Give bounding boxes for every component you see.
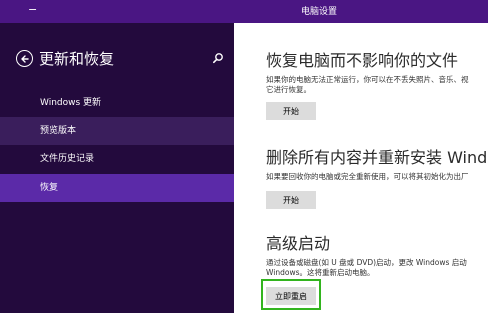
back-arrow-icon[interactable] [16, 50, 33, 67]
main-content: 恢复电脑而不影响你的文件 如果你的电脑无法正常运行，你可以在不丢失照片、音乐、视… [234, 23, 488, 313]
sidebar: 更新和恢复 Windows 更新 预览版本 文件历史记录 恢复 [0, 23, 234, 313]
sidebar-item-label: 恢复 [40, 183, 59, 193]
title-bar: − 电脑设置 [0, 0, 488, 23]
search-icon[interactable] [212, 52, 224, 64]
highlight-frame: 立即重启 [261, 279, 321, 310]
sidebar-item-label: 预览版本 [40, 126, 77, 136]
section-heading: 高级启动 [266, 234, 331, 253]
section-description: 如果要回收你的电脑或完全重新使用，可以将其初始化为出厂 [266, 172, 469, 181]
restart-now-button[interactable]: 立即重启 [266, 287, 316, 305]
sidebar-item-label: 文件历史记录 [40, 154, 95, 164]
section-description: 通过设备或磁盘(如 U 盘或 DVD)启动，更改 Windows 启动 Wind… [266, 258, 467, 277]
section-heading: 恢复电脑而不影响你的文件 [266, 51, 459, 70]
sidebar-item-preview-builds[interactable]: 预览版本 [0, 117, 234, 145]
reset-section: 删除所有内容并重新安装 Windows 如果要回收你的电脑或完全重新使用，可以将… [266, 148, 488, 209]
section-description: 如果你的电脑无法正常运行，你可以在不丢失照片、音乐、视 它进行恢复。 [266, 75, 469, 94]
reset-start-button[interactable]: 开始 [266, 191, 316, 209]
advanced-startup-section: 高级启动 通过设备或磁盘(如 U 盘或 DVD)启动，更改 Windows 启动… [261, 234, 488, 310]
sidebar-item-file-history[interactable]: 文件历史记录 [0, 145, 234, 173]
window-title: 电脑设置 [300, 7, 337, 17]
sidebar-item-label: Windows 更新 [40, 98, 102, 108]
refresh-section: 恢复电脑而不影响你的文件 如果你的电脑无法正常运行，你可以在不丢失照片、音乐、视… [266, 51, 488, 120]
sidebar-header: 更新和恢复 [12, 47, 224, 73]
page-title: 更新和恢复 [39, 50, 115, 68]
refresh-start-button[interactable]: 开始 [266, 102, 316, 120]
sidebar-item-recovery[interactable]: 恢复 [0, 174, 234, 202]
sidebar-item-windows-update[interactable]: Windows 更新 [0, 89, 234, 117]
section-heading: 删除所有内容并重新安装 Windows [266, 148, 488, 167]
